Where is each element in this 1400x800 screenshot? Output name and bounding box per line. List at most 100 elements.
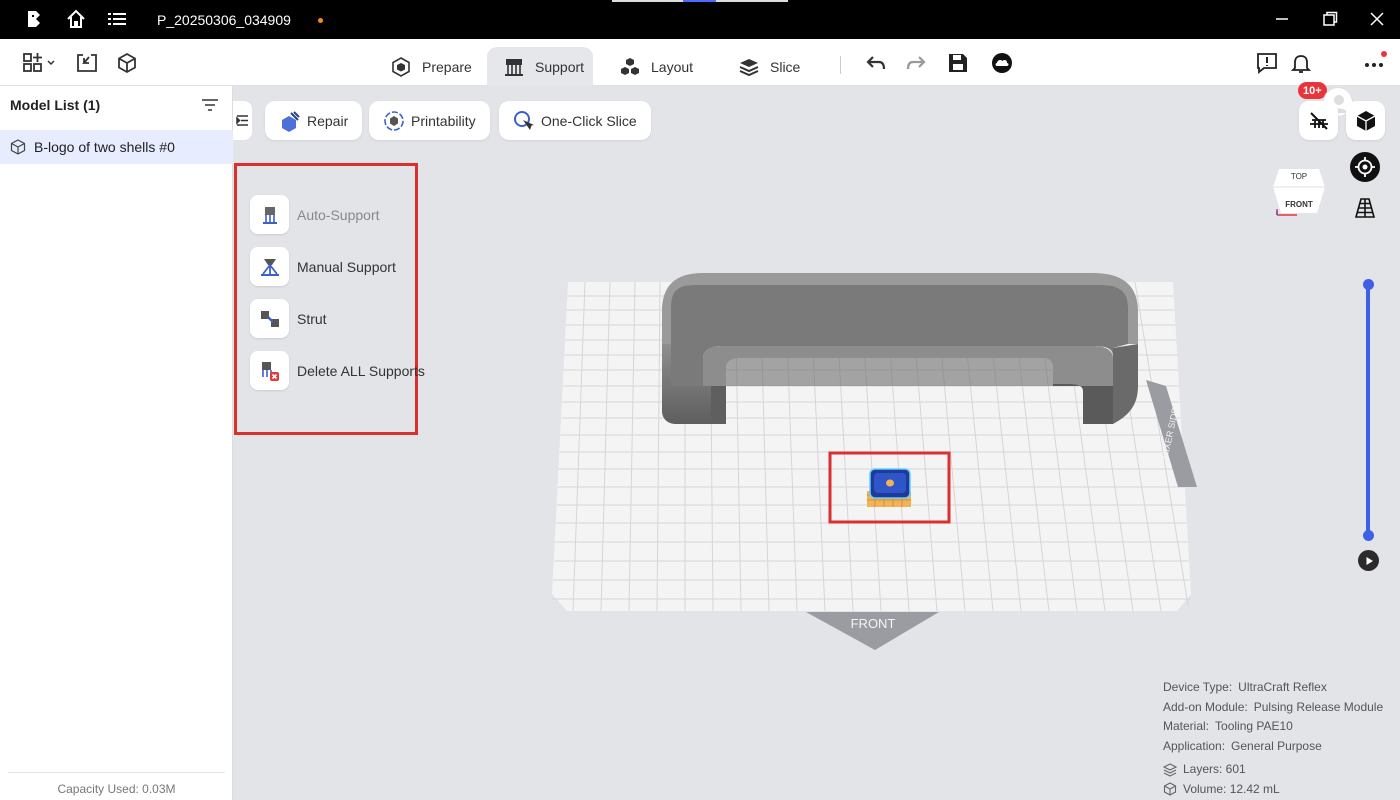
b-logo-model[interactable] (867, 468, 911, 507)
play-button[interactable] (1358, 550, 1379, 571)
solid-cube-icon (1356, 110, 1375, 131)
minimize-icon[interactable] (1273, 10, 1291, 28)
application-value: General Purpose (1231, 738, 1322, 753)
repair-button[interactable]: Repair (265, 101, 363, 140)
model-list-panel: Model List (1) B-logo of two shells #0 C… (0, 86, 233, 800)
home-icon[interactable] (65, 8, 87, 30)
tab-layout-label: Layout (651, 58, 694, 75)
cloud-icon[interactable] (990, 51, 1014, 75)
menu-list-icon[interactable] (106, 8, 128, 30)
import-icon[interactable] (75, 51, 99, 75)
list-item[interactable]: B-logo of two shells #0 (0, 130, 233, 164)
one-click-slice-icon (514, 110, 534, 130)
perspective-grid-icon[interactable] (1353, 196, 1377, 220)
feedback-icon[interactable] (1255, 51, 1279, 75)
support-icon (505, 58, 523, 76)
strut-label: Strut (297, 310, 327, 327)
material-value: Tooling PAE10 (1215, 719, 1293, 733)
volume-row: Volume: 12.42 mL (1163, 780, 1383, 800)
view-cube-top-label: TOP (1291, 172, 1307, 181)
device-type-value: UltraCraft Reflex (1238, 680, 1327, 694)
tab-prepare-label: Prepare (422, 58, 472, 75)
layers-value: Layers: 601 (1183, 762, 1246, 776)
repair-label: Repair (307, 112, 349, 129)
model-cube-icon[interactable] (115, 51, 139, 75)
tab-slice-label: Slice (770, 58, 801, 75)
device-type-label: Device Type: (1163, 680, 1233, 694)
play-icon (1366, 556, 1373, 565)
view-mode-button[interactable] (1346, 101, 1385, 140)
layer-slider-track[interactable] (1366, 284, 1370, 535)
model-name: B-logo of two shells #0 (34, 139, 175, 155)
view-cube-front-label: FRONT (1285, 200, 1313, 209)
model-cube-icon (10, 139, 26, 155)
eye-off-icon (1309, 111, 1328, 130)
printability-button[interactable]: Printability (369, 101, 490, 140)
strut-icon (260, 310, 279, 327)
project-name: P_20250306_034909 (157, 12, 291, 28)
layer-slider-top-handle[interactable] (1363, 279, 1374, 290)
addon-row: Add-on Module: Pulsing Release Module (1163, 698, 1383, 718)
volume-icon (1163, 782, 1177, 796)
app-logo-icon[interactable] (23, 8, 45, 30)
panel-collapse-button[interactable] (233, 101, 252, 140)
delete-supports-icon (261, 361, 279, 381)
restore-icon[interactable] (1321, 10, 1339, 28)
toolbar-divider (840, 56, 841, 74)
prepare-icon (392, 56, 410, 77)
auto-support-item[interactable]: Auto-Support (250, 195, 380, 234)
tab-prepare[interactable]: Prepare (388, 47, 474, 86)
auto-support-icon (262, 206, 277, 224)
one-click-slice-label: One-Click Slice (541, 112, 637, 129)
manual-support-item[interactable]: Manual Support (250, 247, 396, 286)
support-menu: Auto-Support Manual Support Strut Delete… (234, 163, 425, 435)
addon-label: Add-on Module: (1163, 699, 1248, 714)
layer-slider-bottom-handle[interactable] (1363, 530, 1374, 541)
hide-supports-button[interactable] (1299, 101, 1338, 140)
material-label: Material: (1163, 719, 1210, 733)
application-label: Application: (1163, 738, 1226, 753)
avatar-status-dot (1381, 51, 1387, 57)
layout-icon (621, 57, 639, 75)
locate-button[interactable] (1350, 152, 1380, 182)
print-info-panel: Device Type: UltraCraft Reflex Add-on Mo… (1163, 678, 1383, 799)
tab-layout[interactable]: Layout (619, 47, 699, 86)
title-bar: P_20250306_034909 (0, 0, 1400, 39)
addon-value: Pulsing Release Module (1253, 699, 1384, 714)
manual-support-icon (260, 258, 279, 276)
bell-icon[interactable] (1289, 51, 1313, 75)
delete-all-supports-item[interactable]: Delete ALL Supports (250, 351, 425, 390)
repair-icon (282, 110, 300, 132)
layers-row: Layers: 601 (1163, 760, 1383, 780)
title-drag-strip-accent (683, 0, 716, 2)
target-icon (1355, 157, 1375, 177)
volume-value: Volume: 12.42 mL (1183, 781, 1280, 796)
application-row: Application: General Purpose (1163, 737, 1383, 757)
printability-icon (384, 110, 404, 131)
tab-slice[interactable]: Slice (738, 47, 808, 86)
auto-support-label: Auto-Support (297, 206, 380, 223)
layers-icon (1163, 763, 1177, 777)
close-icon[interactable] (1368, 10, 1386, 28)
printability-label: Printability (411, 112, 476, 129)
one-click-slice-button[interactable]: One-Click Slice (499, 101, 651, 140)
strut-item[interactable]: Strut (250, 299, 327, 338)
slice-icon (739, 58, 759, 76)
filter-icon[interactable] (201, 97, 219, 113)
manual-support-label: Manual Support (297, 258, 396, 275)
divider (8, 772, 225, 773)
redo-icon[interactable] (904, 51, 928, 75)
save-icon[interactable] (946, 51, 970, 75)
undo-icon[interactable] (864, 51, 888, 75)
tab-support-label: Support (535, 58, 585, 75)
view-cube[interactable]: TOP FRONT (1271, 165, 1327, 221)
material-row: Material: Tooling PAE10 (1163, 717, 1383, 737)
unsaved-indicator (318, 18, 323, 23)
delete-all-supports-label: Delete ALL Supports (297, 362, 425, 379)
main-toolbar: Prepare Support Layout Slice 10+ (0, 39, 1400, 117)
grid-apps-icon[interactable] (22, 51, 58, 75)
bed-front-label: FRONT (851, 616, 896, 631)
collapse-icon (236, 115, 248, 126)
tab-support[interactable]: Support (487, 47, 593, 86)
capacity-used: Capacity Used: 0.03M (57, 782, 176, 796)
